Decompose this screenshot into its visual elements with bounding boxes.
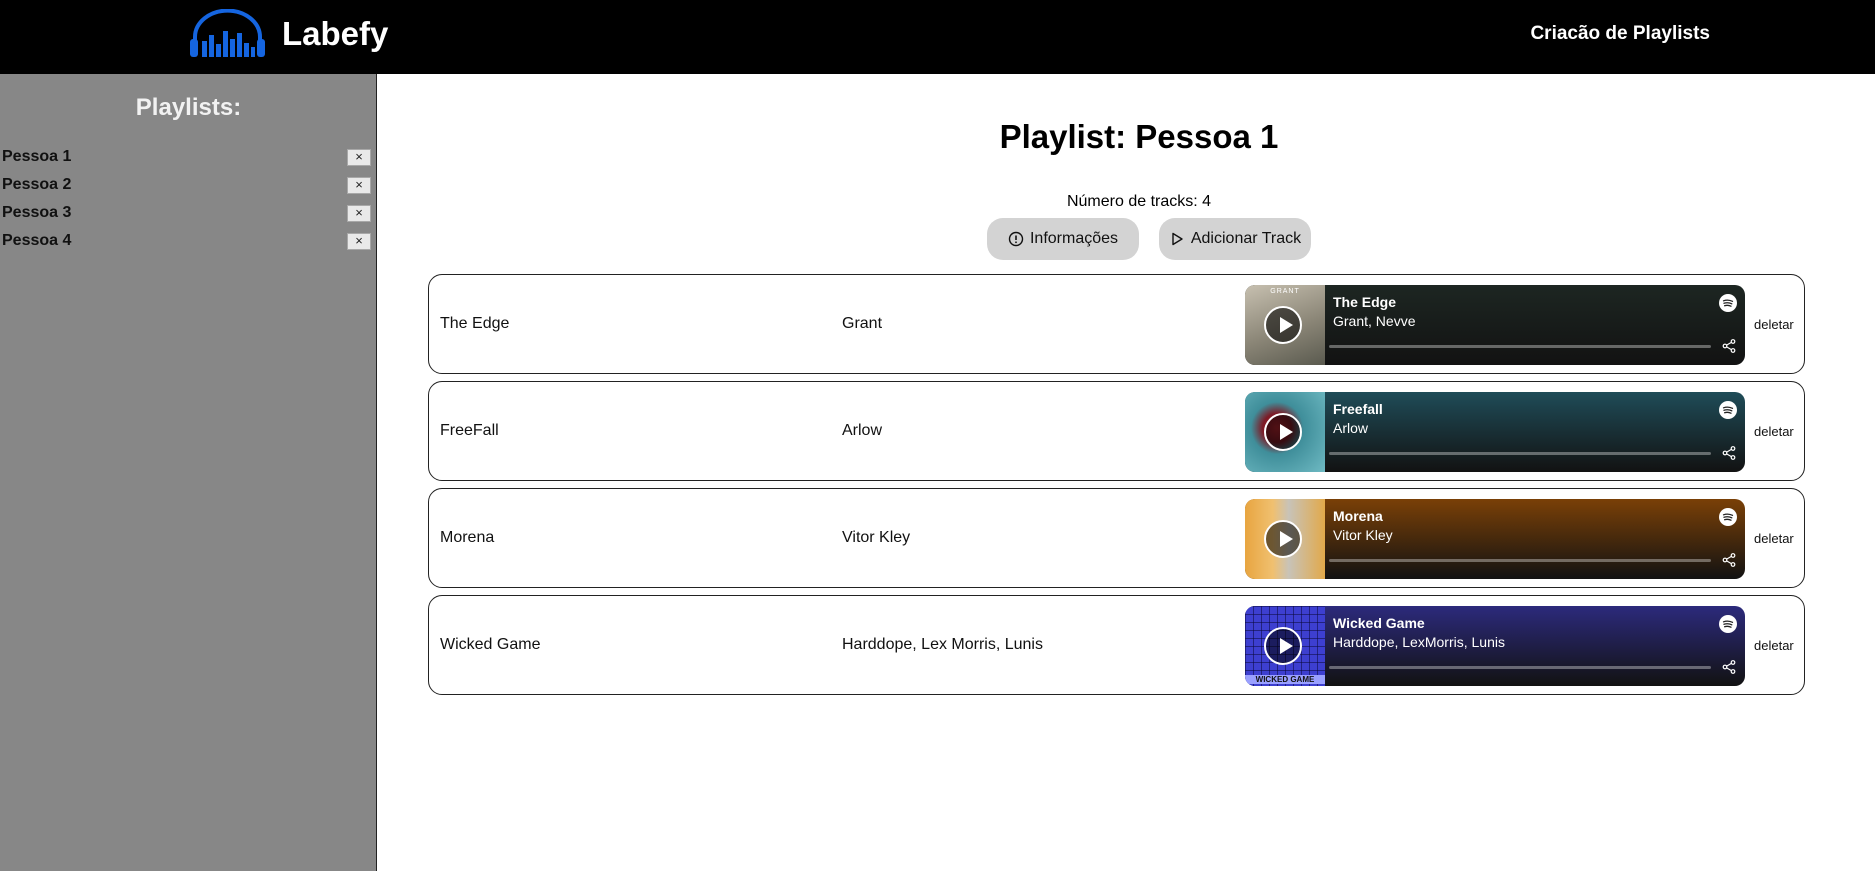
delete-track-button[interactable]: deletar bbox=[1754, 424, 1794, 439]
spotify-icon bbox=[1719, 294, 1737, 312]
embed-track-artist: Arlow bbox=[1333, 420, 1369, 436]
track-name: Wicked Game bbox=[440, 636, 541, 653]
track-artist: Vitor Kley bbox=[842, 529, 911, 546]
play-button[interactable] bbox=[1264, 413, 1302, 451]
playlist-item: Pessoa 1 × bbox=[0, 144, 377, 172]
spotify-embed: Freefall Arlow bbox=[1245, 392, 1745, 472]
embed-track-title: Freefall bbox=[1333, 401, 1383, 417]
track-artist: Arlow bbox=[842, 422, 883, 439]
spotify-icon bbox=[1719, 401, 1737, 419]
track-name: Morena bbox=[440, 529, 495, 546]
embed-track-artist: Harddope, LexMorris, Lunis bbox=[1333, 634, 1505, 650]
embed-track-artist: Grant, Nevve bbox=[1333, 313, 1416, 329]
playlist-name[interactable]: Pessoa 3 bbox=[2, 204, 71, 222]
track-row: The Edge Grant GRANT The Edge Grant, Nev… bbox=[428, 274, 1805, 374]
spotify-embed: WICKED GAME Wicked Game Harddope, LexMor… bbox=[1245, 606, 1745, 686]
top-bar: Labefy Criacão de Playlists bbox=[0, 0, 1875, 74]
share-icon bbox=[1722, 553, 1736, 567]
track-artist: Grant bbox=[842, 315, 883, 332]
spotify-embed: GRANT The Edge Grant, Nevve bbox=[1245, 285, 1745, 365]
share-icon bbox=[1722, 660, 1736, 674]
progress-bar[interactable] bbox=[1329, 666, 1711, 669]
play-button[interactable] bbox=[1264, 520, 1302, 558]
track-row: Wicked Game Harddope, Lex Morris, Lunis … bbox=[428, 595, 1805, 695]
delete-playlist-button[interactable]: × bbox=[347, 149, 371, 166]
delete-playlist-button[interactable]: × bbox=[347, 233, 371, 250]
spotify-icon bbox=[1719, 508, 1737, 526]
info-button-label: Informações bbox=[1029, 230, 1119, 247]
delete-playlist-button[interactable]: × bbox=[347, 177, 371, 194]
info-icon bbox=[1008, 231, 1024, 247]
play-outline-icon bbox=[1172, 232, 1183, 246]
embed-track-title: Morena bbox=[1333, 508, 1383, 524]
play-button[interactable] bbox=[1264, 627, 1302, 665]
delete-playlist-button[interactable]: × bbox=[347, 205, 371, 222]
playlist-name[interactable]: Pessoa 4 bbox=[2, 232, 71, 250]
spotify-icon bbox=[1719, 615, 1737, 633]
spotify-embed: Morena Vitor Kley bbox=[1245, 499, 1745, 579]
track-name: The Edge bbox=[440, 315, 510, 332]
playlist-item: Pessoa 3 × bbox=[0, 200, 377, 228]
create-playlists-link[interactable]: Criacão de Playlists bbox=[1530, 22, 1710, 46]
play-button[interactable] bbox=[1264, 306, 1302, 344]
playlist-item: Pessoa 4 × bbox=[0, 228, 377, 256]
album-cover-text: GRANT bbox=[1270, 288, 1300, 295]
embed-track-title: Wicked Game bbox=[1333, 615, 1425, 631]
delete-track-button[interactable]: deletar bbox=[1754, 638, 1794, 653]
album-cover-text: WICKED GAME bbox=[1245, 675, 1325, 684]
playlist-name[interactable]: Pessoa 2 bbox=[2, 176, 71, 194]
track-row: FreeFall Arlow Freefall Arlow deletar bbox=[428, 381, 1805, 481]
add-track-button-label: Adicionar Track bbox=[1190, 230, 1302, 247]
track-count: Número de tracks: 4 bbox=[1066, 193, 1212, 210]
share-icon bbox=[1722, 339, 1736, 353]
info-button[interactable]: Informações bbox=[987, 218, 1139, 260]
track-artist: Harddope, Lex Morris, Lunis bbox=[842, 636, 1043, 653]
progress-bar[interactable] bbox=[1329, 345, 1711, 348]
delete-track-button[interactable]: deletar bbox=[1754, 531, 1794, 546]
track-row: Morena Vitor Kley Morena Vitor Kley dele… bbox=[428, 488, 1805, 588]
playlist-title: Playlist: Pessoa 1 bbox=[999, 118, 1279, 155]
track-name: FreeFall bbox=[440, 422, 499, 439]
delete-track-button[interactable]: deletar bbox=[1754, 317, 1794, 332]
headphones-logo-icon bbox=[190, 9, 265, 57]
share-icon bbox=[1722, 446, 1736, 460]
embed-track-title: The Edge bbox=[1333, 294, 1397, 310]
playlist-name[interactable]: Pessoa 1 bbox=[2, 148, 71, 166]
progress-bar[interactable] bbox=[1329, 452, 1711, 455]
sidebar-title: Playlists: bbox=[135, 94, 242, 121]
embed-track-artist: Vitor Kley bbox=[1333, 527, 1393, 543]
progress-bar[interactable] bbox=[1329, 559, 1711, 562]
app-name: Labefy bbox=[282, 15, 389, 52]
playlist-item: Pessoa 2 × bbox=[0, 172, 377, 200]
add-track-button[interactable]: Adicionar Track bbox=[1159, 218, 1311, 260]
sidebar: Playlists: Pessoa 1 × Pessoa 2 × Pessoa … bbox=[0, 74, 377, 871]
